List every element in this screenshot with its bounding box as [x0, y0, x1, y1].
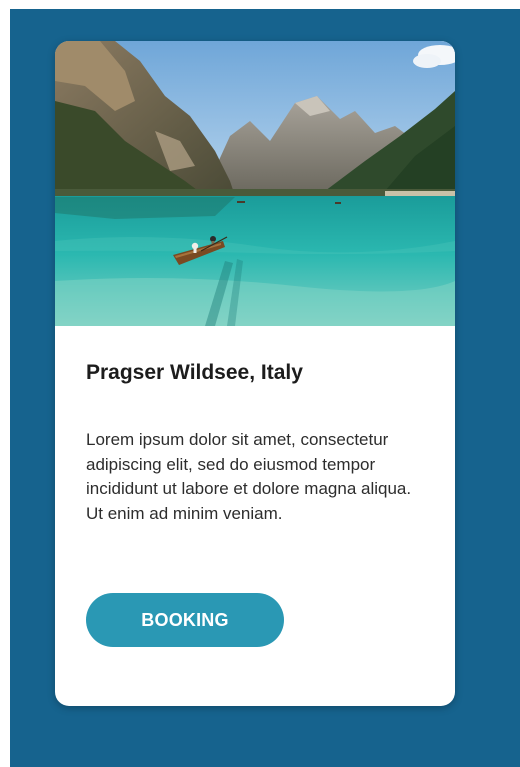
booking-button[interactable]: BOOKING [86, 593, 284, 647]
destination-card: Pragser Wildsee, Italy Lorem ipsum dolor… [55, 41, 455, 706]
page-background: Pragser Wildsee, Italy Lorem ipsum dolor… [10, 9, 520, 767]
lake-landscape-image [55, 41, 455, 326]
card-title: Pragser Wildsee, Italy [86, 361, 303, 384]
card-description: Lorem ipsum dolor sit amet, consectetur … [86, 430, 412, 523]
